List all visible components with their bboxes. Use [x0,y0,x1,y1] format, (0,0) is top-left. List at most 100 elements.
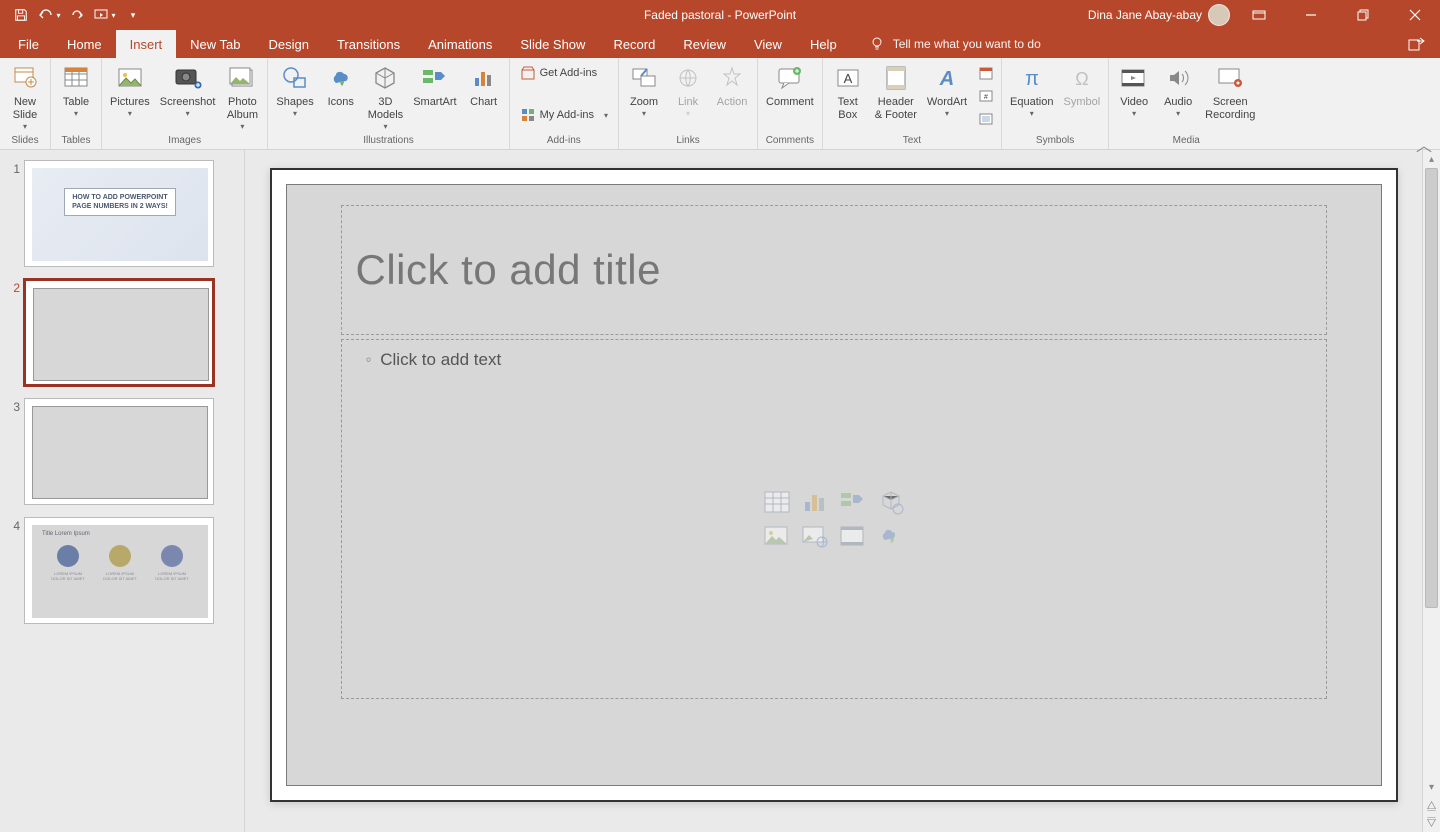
group-images-label: Images [106,135,263,148]
content-placeholder[interactable]: Click to add text [341,339,1327,699]
screen-recording-label: Screen Recording [1205,96,1255,122]
table-button[interactable]: Table ▾ [55,60,97,118]
window-title: Faded pastoral - PowerPoint [644,8,796,22]
icons-button[interactable]: Icons [320,60,362,109]
shapes-button[interactable]: Shapes ▾ [272,60,317,118]
slide-thumb-3[interactable] [24,398,214,505]
wordart-button[interactable]: A WordArt ▾ [923,60,971,118]
prev-slide-button[interactable]: ⧋ [1423,798,1440,814]
group-media-label: Media [1113,135,1259,148]
screen-recording-button[interactable]: Screen Recording [1201,60,1259,122]
pictures-button[interactable]: Pictures ▾ [106,60,154,118]
qat-customize-button[interactable]: ▾ [120,2,146,28]
new-slide-label: New Slide [13,96,37,122]
tab-view[interactable]: View [740,30,796,58]
tab-home[interactable]: Home [53,30,116,58]
collapse-ribbon-button[interactable]: ︿ [1416,132,1434,146]
insert-icons-icon[interactable] [874,521,908,551]
insert-chart-icon[interactable] [798,487,832,517]
symbol-icon: Ω [1066,62,1098,94]
table-label: Table [63,96,89,109]
insert-3d-icon[interactable] [874,487,908,517]
comment-button[interactable]: Comment [762,60,818,109]
vertical-scrollbar[interactable]: ▴ ▾ ⧋ ⧋ [1422,150,1440,832]
insert-picture-icon[interactable] [760,521,794,551]
3d-models-button[interactable]: 3D Models ▾ [364,60,407,131]
tab-insert[interactable]: Insert [116,30,177,58]
text-box-label: Text Box [838,96,858,122]
date-time-button[interactable] [975,62,997,84]
redo-button[interactable] [64,2,90,28]
tell-me-search[interactable]: Tell me what you want to do [869,30,1041,58]
next-slide-button[interactable]: ⧋ [1423,814,1440,830]
screenshot-button[interactable]: Screenshot ▾ [156,60,220,118]
tab-record[interactable]: Record [599,30,669,58]
zoom-label: Zoom [630,96,658,109]
text-box-button[interactable]: A Text Box [827,60,869,122]
thumb-4-text-1: LOREM IPSUM DOLOR SIT AMET [48,571,88,581]
undo-button[interactable]: ▾ [36,2,62,28]
insert-table-icon[interactable] [760,487,794,517]
audio-icon [1162,62,1194,94]
audio-button[interactable]: Audio ▾ [1157,60,1199,118]
start-slideshow-button[interactable]: ▾ [92,2,118,28]
tab-transitions[interactable]: Transitions [323,30,414,58]
screenshot-icon [172,62,204,94]
insert-video-icon[interactable] [836,521,870,551]
lightbulb-icon [869,36,885,52]
editor-area: 1 HOW TO ADD POWERPOINT PAGE NUMBERS IN … [0,150,1440,832]
tab-review[interactable]: Review [669,30,740,58]
svg-text:Ω: Ω [1075,69,1088,89]
maximize-button[interactable] [1340,0,1386,30]
group-comments-label: Comments [762,135,818,148]
close-button[interactable] [1392,0,1438,30]
slide-number-button[interactable]: # [975,85,997,107]
tab-newtab[interactable]: New Tab [176,30,254,58]
save-button[interactable] [8,2,34,28]
smartart-button[interactable]: SmartArt [409,60,460,109]
chart-label: Chart [470,96,497,109]
user-avatar[interactable] [1208,4,1230,26]
chart-button[interactable]: Chart [463,60,505,109]
header-footer-button[interactable]: Header & Footer [871,60,921,122]
get-addins-button[interactable]: Get Add-ins [514,62,614,84]
scroll-track[interactable] [1423,168,1440,778]
icons-icon [325,62,357,94]
ribbon-tabs: File Home Insert New Tab Design Transiti… [0,30,1440,58]
new-slide-button[interactable]: New Slide ▾ [4,60,46,131]
object-icon [978,111,994,127]
title-placeholder[interactable]: Click to add title [341,205,1327,335]
share-button[interactable] [1394,30,1440,58]
pictures-label: Pictures [110,96,150,109]
tab-slideshow[interactable]: Slide Show [506,30,599,58]
header-footer-icon [880,62,912,94]
3d-models-icon [369,62,401,94]
scroll-down-button[interactable]: ▾ [1423,778,1440,796]
photo-album-button[interactable]: Photo Album ▾ [221,60,263,131]
tab-animations[interactable]: Animations [414,30,506,58]
insert-smartart-icon[interactable] [836,487,870,517]
thumb-number-1: 1 [8,160,24,176]
video-button[interactable]: Video ▾ [1113,60,1155,118]
zoom-button[interactable]: Zoom ▾ [623,60,665,118]
object-button[interactable] [975,108,997,130]
tab-help[interactable]: Help [796,30,851,58]
thumb-4-text-2: LOREM IPSUM DOLOR SIT AMET [100,571,140,581]
slide-thumb-4[interactable]: Title Lorem Ipsum LOREM IPSUM DOLOR SIT … [24,517,214,624]
slide-thumb-1[interactable]: HOW TO ADD POWERPOINT PAGE NUMBERS IN 2 … [24,160,214,267]
tab-design[interactable]: Design [255,30,323,58]
action-icon [716,62,748,94]
equation-button[interactable]: π Equation ▾ [1006,60,1057,118]
audio-label: Audio [1164,96,1192,109]
scroll-thumb[interactable] [1425,168,1438,608]
tab-file[interactable]: File [4,30,53,58]
thumb-1-title: HOW TO ADD POWERPOINT PAGE NUMBERS IN 2 … [64,188,176,216]
ribbon-display-button[interactable] [1236,0,1282,30]
my-addins-button[interactable]: My Add-ins ▾ [514,104,614,126]
insert-online-picture-icon[interactable] [798,521,832,551]
thumb-4-icon-3 [161,545,183,567]
comment-icon [774,62,806,94]
video-icon [1118,62,1150,94]
minimize-button[interactable] [1288,0,1334,30]
slide-thumb-2[interactable] [24,279,214,386]
